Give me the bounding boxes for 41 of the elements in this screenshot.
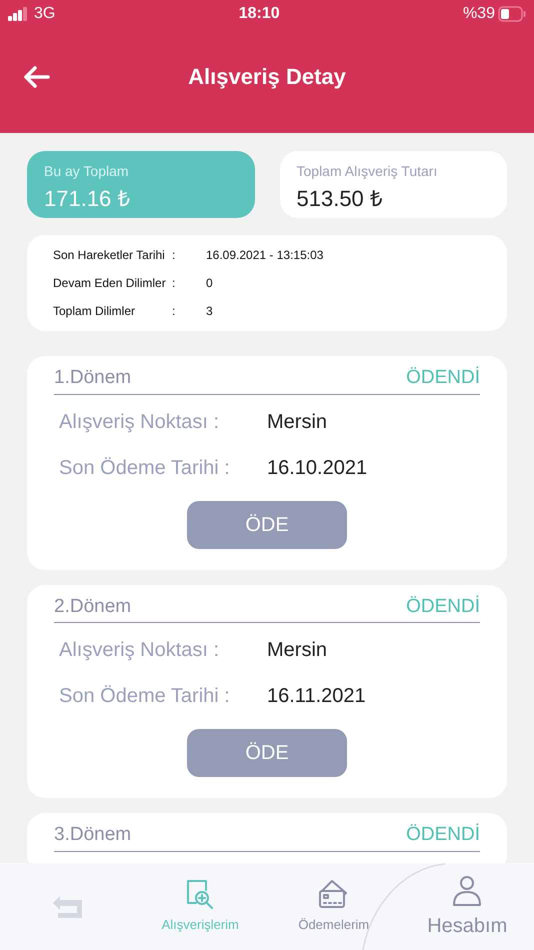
person-icon [452,874,482,906]
nav-tab[interactable]: Hesabım [400,872,534,940]
back-arrow-icon [22,64,50,88]
page-title: Alışveriş Detay [188,63,346,91]
status-text: ÖDENDİ [406,822,480,847]
summary-label: Bu ay Toplam [44,162,130,181]
field-label: Alışveriş Noktası : [59,410,220,434]
info-separator: : [172,275,176,292]
status-text: ÖDENDİ [406,594,480,618]
credit-card-icon [318,878,350,911]
period-title: 2.Dönem [54,594,132,618]
status-text: ÖDENDİ [406,366,480,390]
summary-label: Toplam Alışveriş Tutarı [296,162,438,181]
info-label: Son Hareketler Tarihi [53,247,166,264]
field-value: Mersin [267,638,328,663]
field-label: Son Ödeme Tarihi : [59,456,231,480]
field-value: Mersin [267,410,328,434]
info-value: 16.09.2021 - 13:15:03 [206,247,324,264]
period-title: 1.Dönem [54,366,132,390]
signal-icon [8,7,28,21]
pay-button[interactable]: ÖDE [187,729,347,777]
network-type: 3G [34,4,56,24]
nav-tab[interactable]: Ödemelerim [267,878,400,934]
battery-percent: %39 [462,4,495,24]
field-value: 16.10.2021 [267,456,368,480]
summary-amount: 171.16 ₺ [44,185,132,213]
pay-button[interactable]: ÖDE [187,500,347,548]
field-value: 16.11.2021 [267,684,366,709]
nav-tab[interactable]: Alışverişlerim [134,878,267,934]
info-separator: : [172,303,176,320]
info-separator: : [172,247,176,264]
period-title: 3.Dönem [54,823,132,847]
summary-amount: 513.50 ₺ [296,185,384,213]
field-label: Son Ödeme Tarihi : [59,684,231,709]
info-value: 3 [206,303,213,320]
field-label: Alışveriş Noktası : [59,638,220,663]
battery-icon [498,6,526,22]
info-label: Toplam Dilimler [53,303,136,320]
info-label: Devam Eden Dilimler [53,275,167,292]
clock: 18:10 [238,4,280,24]
info-value: 0 [206,275,213,292]
